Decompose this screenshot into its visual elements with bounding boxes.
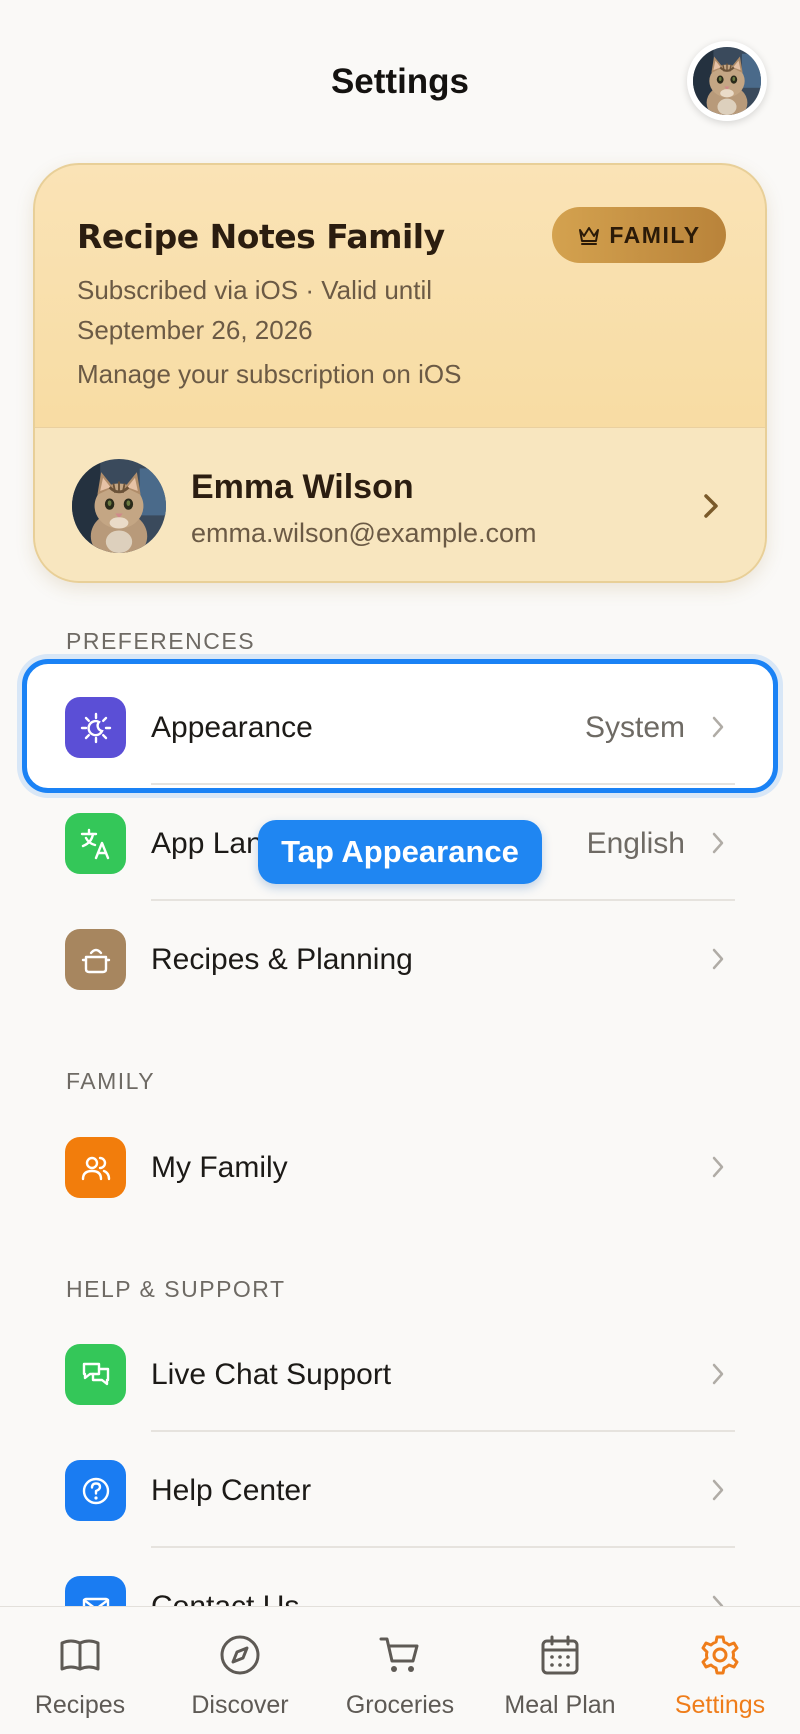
appearance-label: Appearance: [151, 711, 313, 744]
help-center-label: Help Center: [151, 1474, 312, 1507]
compass-icon: [220, 1635, 260, 1675]
settings-item-live-chat[interactable]: Live Chat Support: [0, 1316, 800, 1432]
people-icon: [65, 1137, 126, 1198]
tab-bar: Recipes Discover Groceries Meal Plan Set…: [0, 1606, 800, 1734]
chevron-right-icon: [712, 1156, 724, 1178]
section-label-preferences: PREFERENCES: [66, 628, 256, 654]
calendar-icon: [541, 1635, 579, 1675]
chevron-right-icon: [712, 716, 724, 738]
settings-item-recipes-planning[interactable]: Recipes & Planning: [0, 901, 800, 1017]
cooking-pot-icon: [65, 929, 126, 990]
plan-badge-label: FAMILY: [609, 221, 701, 248]
settings-screen: Settings Recipe Notes Family FAMILY Subs…: [0, 0, 800, 1734]
plan-badge: FAMILY: [552, 207, 726, 263]
tab-discover[interactable]: Discover: [160, 1607, 320, 1734]
tab-groceries[interactable]: Groceries: [320, 1607, 480, 1734]
settings-item-help-center[interactable]: Help Center: [0, 1432, 800, 1548]
cat-avatar: [72, 459, 166, 553]
profile-avatar: [72, 459, 166, 553]
recipes-planning-label: Recipes & Planning: [151, 943, 413, 976]
settings-item-appearance[interactable]: Appearance System: [0, 669, 800, 785]
chat-icon: [65, 1344, 126, 1405]
subscription-info: Recipe Notes Family FAMILY Subscribed vi…: [35, 165, 765, 427]
chevron-right-icon: [712, 832, 724, 854]
profile-email: emma.wilson@example.com: [191, 518, 537, 548]
tab-label: Meal Plan: [504, 1691, 616, 1719]
cart-icon: [379, 1637, 419, 1672]
tab-label: Recipes: [34, 1691, 126, 1719]
page-title: Settings: [330, 62, 470, 101]
chevron-right-icon: [712, 1363, 724, 1385]
chevron-right-icon: [712, 1479, 724, 1501]
cat-avatar: [693, 47, 761, 115]
avatar[interactable]: [687, 41, 767, 121]
onboarding-tooltip: Tap Appearance: [258, 820, 542, 884]
crown-icon: [579, 227, 600, 245]
chevron-right-icon: [704, 494, 718, 518]
translate-icon: [65, 813, 126, 874]
chevron-right-icon: [712, 948, 724, 970]
my-family-label: My Family: [151, 1151, 288, 1184]
header: Settings: [0, 0, 800, 160]
subscription-card: Recipe Notes Family FAMILY Subscribed vi…: [33, 163, 767, 583]
book-icon: [60, 1639, 100, 1671]
subscription-source: Subscribed via iOS · Valid until: [77, 275, 433, 305]
profile-name: Emma Wilson: [191, 468, 414, 506]
plan-name: Recipe Notes Family: [77, 217, 445, 256]
section-label-help-support: HELP & SUPPORT: [66, 1276, 286, 1302]
app-language-value: English: [586, 827, 685, 860]
settings-item-my-family[interactable]: My Family: [0, 1109, 800, 1225]
tab-label: Groceries: [345, 1691, 455, 1719]
appearance-icon: [65, 697, 126, 758]
profile-row[interactable]: Emma Wilson emma.wilson@example.com: [35, 427, 765, 581]
section-label-family: FAMILY: [66, 1068, 156, 1094]
live-chat-label: Live Chat Support: [151, 1358, 392, 1391]
tab-label: Discover: [191, 1691, 289, 1719]
tab-settings[interactable]: Settings: [640, 1607, 800, 1734]
tab-recipes[interactable]: Recipes: [0, 1607, 160, 1734]
question-icon: [65, 1460, 126, 1521]
manage-subscription-note: Manage your subscription on iOS: [77, 359, 462, 389]
appearance-value: System: [584, 711, 685, 744]
tab-label: Settings: [674, 1691, 766, 1719]
tab-meal-plan[interactable]: Meal Plan: [480, 1607, 640, 1734]
subscription-expiry: September 26, 2026: [77, 315, 313, 345]
gear-icon: [701, 1635, 739, 1675]
